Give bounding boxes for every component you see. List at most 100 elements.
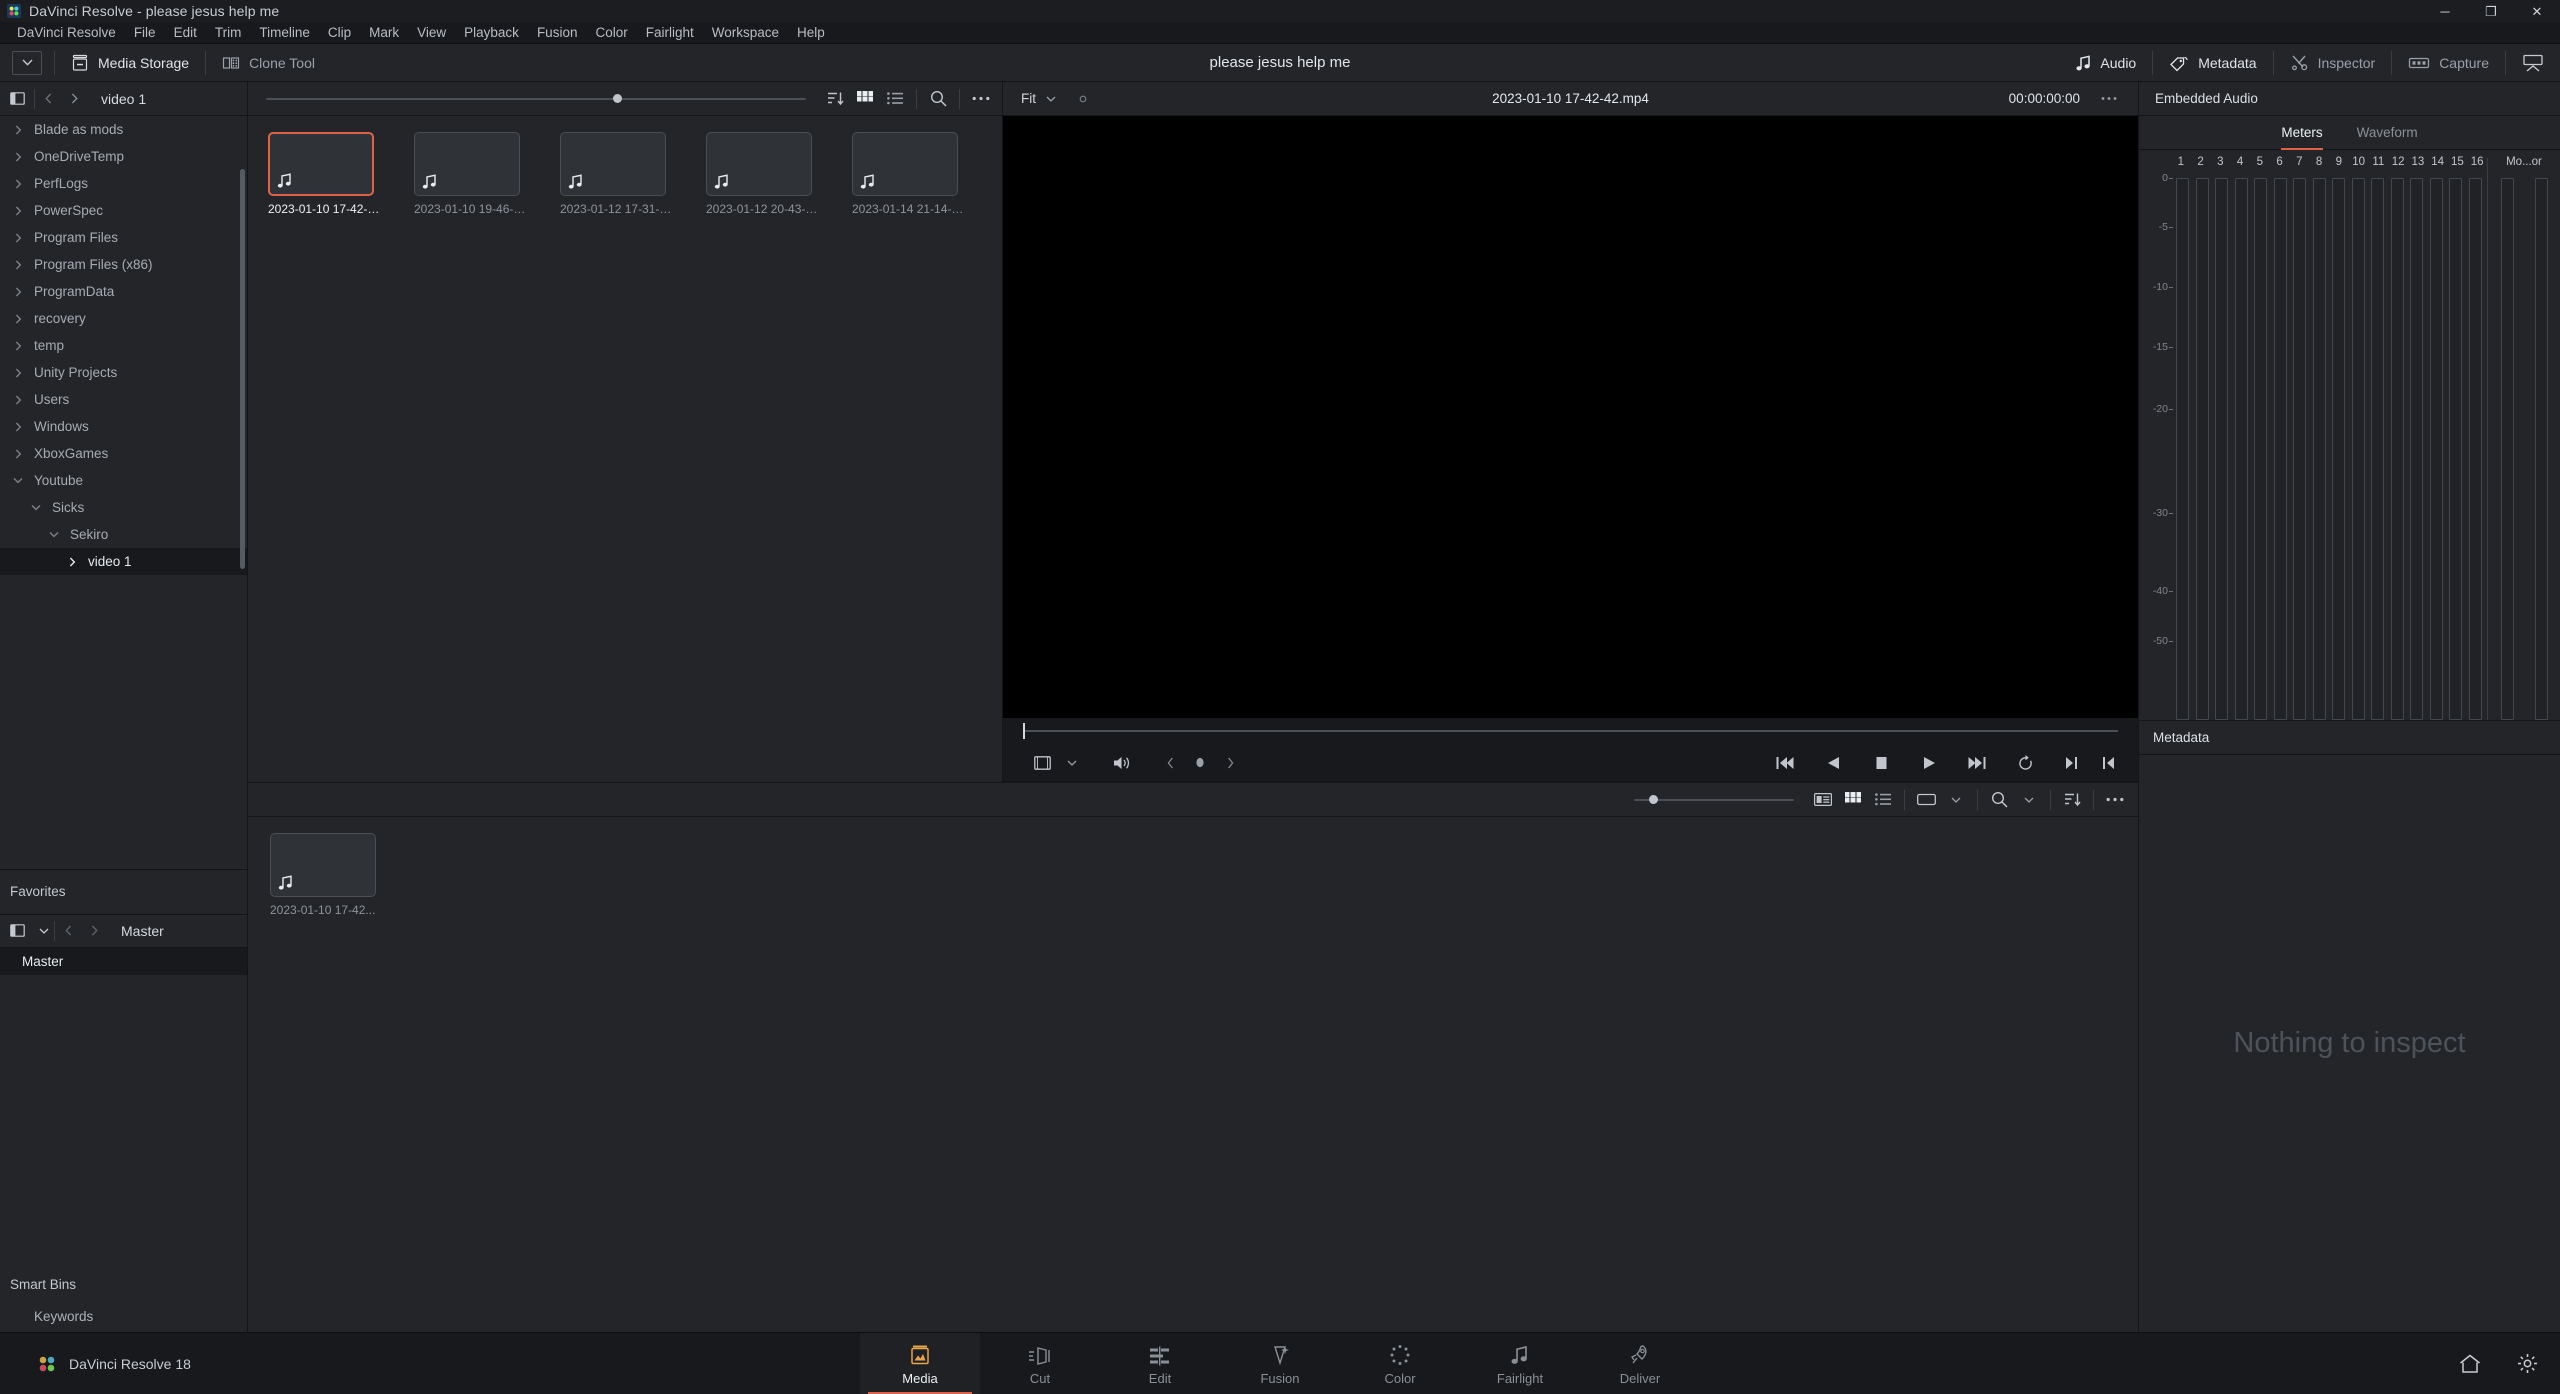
menu-file[interactable]: File [125,22,165,44]
tree-item-users[interactable]: Users [0,386,247,413]
chevron-right-icon[interactable] [8,314,28,324]
thumbnail-preview[interactable] [414,132,520,196]
home-icon[interactable] [2459,1354,2481,1374]
minimize-button[interactable]: ─ [2422,0,2468,22]
tab-meters[interactable]: Meters [2281,116,2323,150]
marker-dot-icon[interactable] [1187,750,1213,776]
menu-trim[interactable]: Trim [206,22,251,44]
capture-button[interactable]: Capture [2392,44,2505,82]
loop-icon[interactable] [2012,750,2038,776]
nav-forward-button[interactable] [61,82,87,116]
media-clip-thumbnail[interactable]: 2023-01-10 19-46-22.... [414,132,560,216]
thumbnail-style-chevron-icon[interactable] [1941,783,1971,817]
metadata-view-icon[interactable] [1808,783,1838,817]
pool-thumbnail-size-slider[interactable] [248,795,1808,804]
restore-button[interactable]: ❐ [2468,0,2514,22]
tree-item-sekiro[interactable]: Sekiro [0,521,247,548]
volume-icon[interactable] [1109,750,1135,776]
thumbnail-style-icon[interactable] [1911,783,1941,817]
menu-timeline[interactable]: Timeline [250,22,319,44]
media-clip-thumbnail[interactable]: 2023-01-10 17-42... [270,833,416,917]
chevron-right-icon[interactable] [8,422,28,432]
audio-panel-button[interactable]: Audio [2060,44,2152,82]
tree-item-youtube[interactable]: Youtube [0,467,247,494]
bin-nav-forward-button[interactable] [81,914,107,948]
tree-item-blade-as-mods[interactable]: Blade as mods [0,116,247,143]
tree-item-video-1[interactable]: video 1 [0,548,247,575]
tree-item-programdata[interactable]: ProgramData [0,278,247,305]
page-tab-fusion[interactable]: Fusion [1220,1333,1340,1394]
tree-scrollbar-thumb[interactable] [240,169,245,569]
menu-davinci-resolve[interactable]: DaVinci Resolve [8,22,125,44]
stop-icon[interactable] [1868,750,1894,776]
chevron-down-icon[interactable] [44,531,64,538]
viewer-display-mode-icon[interactable] [1029,750,1055,776]
pool-search-icon[interactable] [1984,783,2014,817]
tree-item-program-files-x86[interactable]: Program Files (x86) [0,251,247,278]
tree-item-unity-projects[interactable]: Unity Projects [0,359,247,386]
tree-item-xboxgames[interactable]: XboxGames [0,440,247,467]
menu-help[interactable]: Help [788,22,834,44]
next-marker-icon[interactable] [1217,750,1243,776]
smart-bins-header[interactable]: Smart Bins [0,1268,247,1300]
bin-list[interactable]: Master [0,947,247,1268]
pool-sort-order-icon[interactable] [2057,783,2087,817]
tree-item-perflogs[interactable]: PerfLogs [0,170,247,197]
menu-playback[interactable]: Playback [455,22,528,44]
tree-item-temp[interactable]: temp [0,332,247,359]
chevron-right-icon[interactable] [8,179,28,189]
chevron-right-icon[interactable] [62,557,82,567]
viewer-video-area[interactable] [1003,116,2138,718]
tree-item-sicks[interactable]: Sicks [0,494,247,521]
prev-marker-icon[interactable] [1157,750,1183,776]
chevron-right-icon[interactable] [8,260,28,270]
slider-knob[interactable] [612,94,622,103]
menu-edit[interactable]: Edit [165,22,206,44]
thumbnail-preview[interactable] [706,132,812,196]
chevron-right-icon[interactable] [8,125,28,135]
pool-slider-knob[interactable] [1648,795,1658,804]
menu-mark[interactable]: Mark [360,22,408,44]
menu-color[interactable]: Color [586,22,636,44]
chevron-right-icon[interactable] [8,206,28,216]
bin-nav-back-button[interactable] [55,914,81,948]
chevron-right-icon[interactable] [8,395,28,405]
thumbnail-view-icon[interactable] [850,82,880,116]
pool-thumbnail-view-icon[interactable] [1838,783,1868,817]
page-tab-color[interactable]: Color [1340,1333,1460,1394]
tree-item-powerspec[interactable]: PowerSpec [0,197,247,224]
pool-list-view-icon[interactable] [1868,783,1898,817]
list-view-icon[interactable] [880,82,910,116]
media-clip-thumbnail[interactable]: 2023-01-12 20-43-30.... [706,132,852,216]
media-pool-grid[interactable]: 2023-01-10 17-42... [248,817,2138,1332]
clone-tool-button[interactable]: Clone Tool [206,44,331,82]
thumbnail-preview[interactable] [852,132,958,196]
browser-options-icon[interactable] [966,82,996,116]
sort-order-icon[interactable] [820,82,850,116]
play-reverse-icon[interactable] [1820,750,1846,776]
tree-item-recovery[interactable]: recovery [0,305,247,332]
chevron-right-icon[interactable] [8,341,28,351]
menu-fusion[interactable]: Fusion [528,22,587,44]
play-forward-icon[interactable] [1916,750,1942,776]
chevron-right-icon[interactable] [8,233,28,243]
thumbnail-preview[interactable] [268,132,374,196]
browser-thumbnail-size-slider[interactable] [248,94,820,103]
chevron-down-icon[interactable] [8,477,28,484]
close-button[interactable]: ✕ [2514,0,2560,22]
playhead-marker[interactable] [1023,723,1025,739]
chevron-right-icon[interactable] [8,287,28,297]
tree-item-onedrivetemp[interactable]: OneDriveTemp [0,143,247,170]
viewer-scrubber[interactable] [1003,718,2138,744]
bin-item-master[interactable]: Master [0,947,247,975]
page-tab-media[interactable]: Media [860,1333,980,1394]
tree-item-windows[interactable]: Windows [0,413,247,440]
media-clip-thumbnail[interactable]: 2023-01-12 17-31-06.... [560,132,706,216]
viewer-options-icon[interactable] [2096,82,2122,116]
page-tab-deliver[interactable]: Deliver [1580,1333,1700,1394]
chevron-right-icon[interactable] [8,368,28,378]
page-tab-cut[interactable]: Cut [980,1333,1100,1394]
favorites-section[interactable]: Favorites [0,869,247,914]
chevron-down-icon[interactable] [26,504,46,511]
bin-chevron-down-icon[interactable] [34,914,54,948]
